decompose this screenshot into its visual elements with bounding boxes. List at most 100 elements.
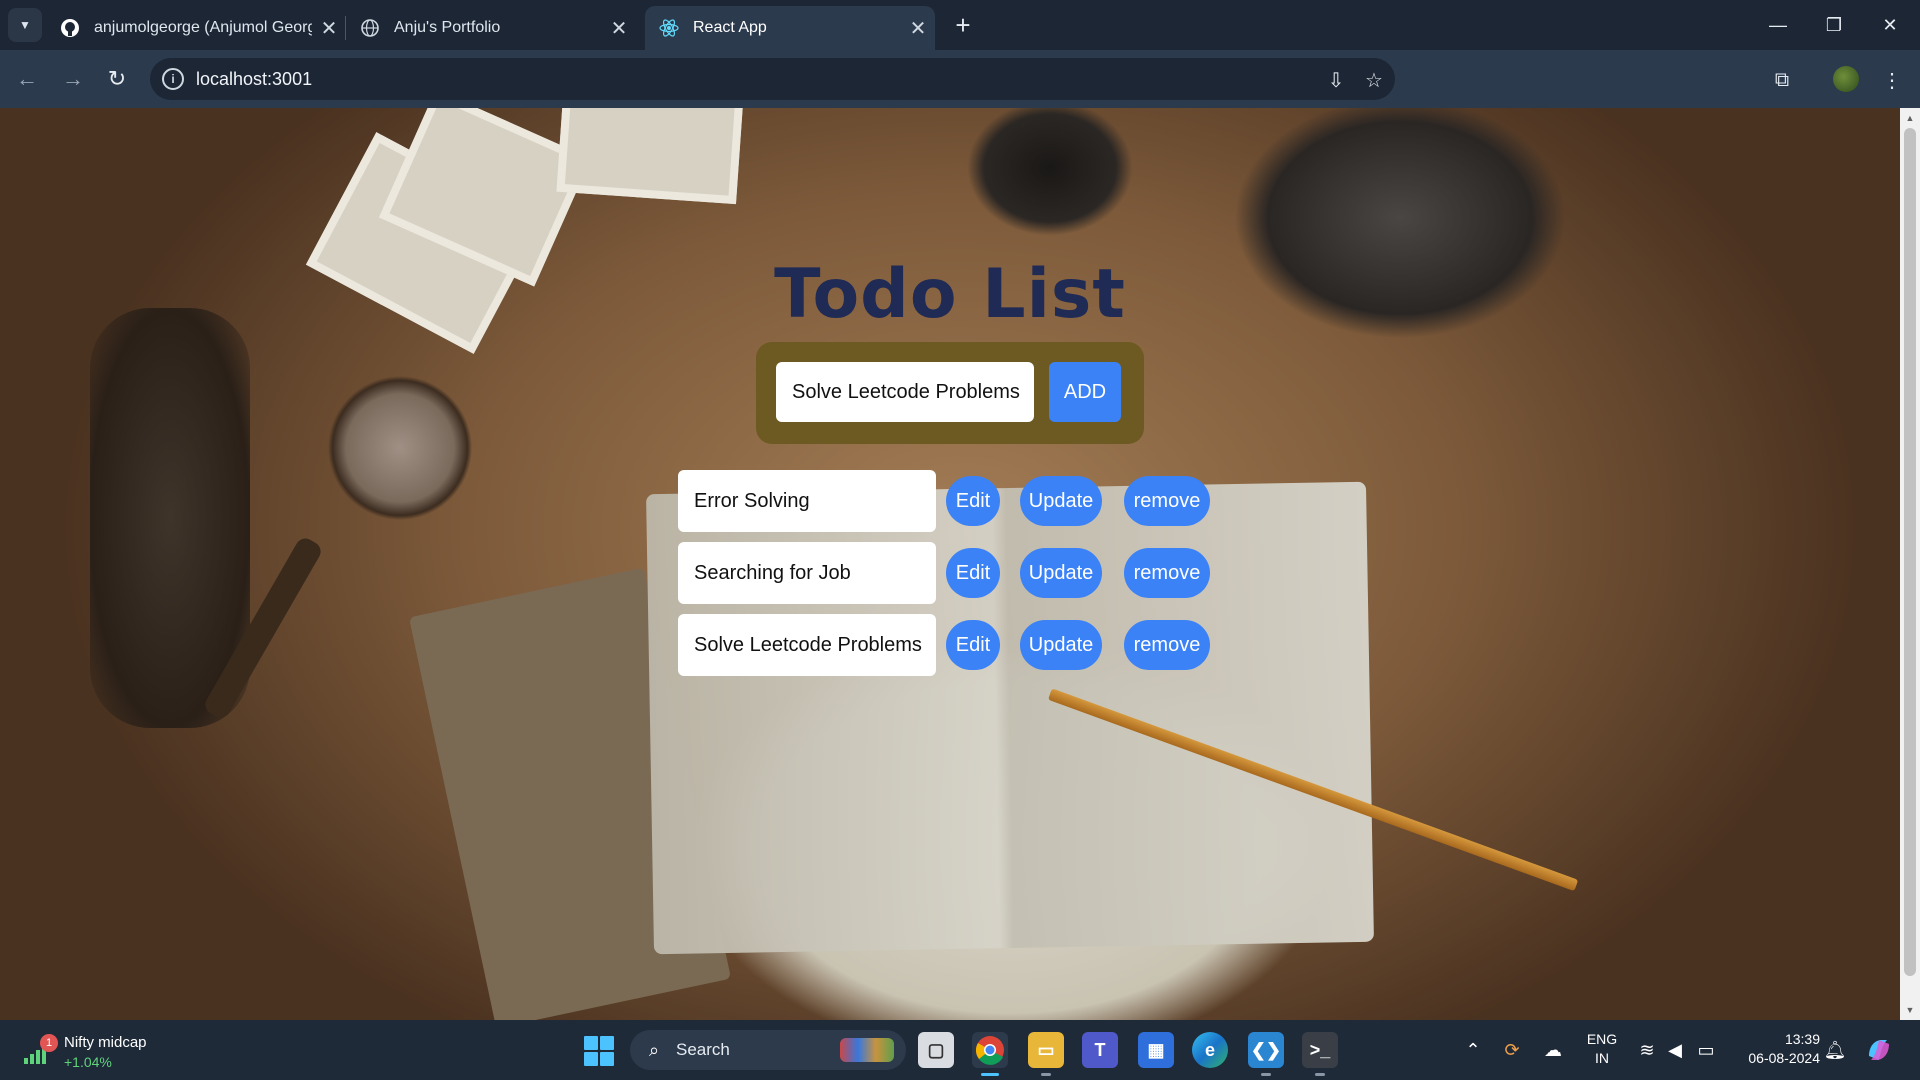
tab-title: React App: [693, 19, 767, 36]
teams-glyph: T: [1094, 1039, 1106, 1060]
tab-title: Anju's Portfolio: [394, 19, 501, 36]
clock[interactable]: 13:39 06-08-2024: [1730, 1030, 1820, 1068]
copilot-icon[interactable]: [1862, 1032, 1896, 1068]
sync-icon[interactable]: ⟳: [1498, 1032, 1526, 1068]
page-title: Todo List: [774, 255, 1126, 334]
terminal-icon[interactable]: >_: [1302, 1032, 1338, 1076]
todo-item: Solve Leetcode Problems Edit Update remo…: [678, 614, 1218, 676]
start-button[interactable]: [584, 1036, 614, 1066]
scroll-down-icon[interactable]: ▼: [1900, 1002, 1920, 1018]
minimize-button[interactable]: —: [1750, 0, 1806, 50]
tab-title: anjumolgeorge (Anjumol George): [94, 19, 312, 36]
file-explorer-icon[interactable]: ▭: [1028, 1032, 1064, 1076]
edit-button[interactable]: Edit: [946, 620, 1000, 670]
volume-icon[interactable]: ◀: [1662, 1032, 1688, 1068]
close-icon[interactable]: ✕: [602, 16, 636, 41]
bookmark-star-icon[interactable]: ☆: [1360, 66, 1388, 94]
remove-button[interactable]: remove: [1124, 548, 1210, 598]
background-photo-card: [556, 108, 744, 205]
task-view-glyph: ▢: [927, 1039, 945, 1060]
windows-logo-icon: [600, 1052, 614, 1066]
tab-github[interactable]: anjumolgeorge (Anjumol George) ✕: [46, 6, 346, 50]
update-button[interactable]: Update: [1020, 620, 1102, 670]
notification-badge: 1: [40, 1034, 58, 1052]
github-icon: [60, 18, 80, 38]
profile-avatar[interactable]: [1833, 66, 1859, 92]
update-button[interactable]: Update: [1020, 476, 1102, 526]
add-todo-panel: Solve Leetcode Problems ADD: [756, 342, 1144, 444]
todo-item: Searching for Job Edit Update remove: [678, 542, 1218, 604]
todo-item-text[interactable]: Searching for Job: [678, 542, 936, 604]
terminal-glyph: >_: [1309, 1039, 1331, 1060]
todo-item-text[interactable]: Solve Leetcode Problems: [678, 614, 936, 676]
address-bar[interactable]: i localhost:3001 ⇩ ☆: [150, 58, 1395, 100]
tab-search-button[interactable]: ▼: [8, 8, 42, 42]
tab-react-app[interactable]: React App ✕: [645, 6, 935, 50]
update-button[interactable]: Update: [1020, 548, 1102, 598]
url-text: localhost:3001: [196, 69, 313, 89]
notification-bell-icon[interactable]: 🔔︎: [1822, 1032, 1848, 1068]
extensions-icon[interactable]: ⧉: [1766, 64, 1798, 96]
teams-icon[interactable]: T: [1082, 1032, 1118, 1068]
vscode-glyph: ❮❯: [1250, 1039, 1282, 1060]
menu-kebab-icon[interactable]: ⋮: [1876, 64, 1908, 96]
task-view-icon[interactable]: ▢: [918, 1032, 954, 1068]
globe-icon: [360, 18, 380, 38]
windows-taskbar: 1 Nifty midcap +1.04% ⌕ Search ▢ ▭ T ▦ e…: [0, 1020, 1920, 1080]
install-app-icon[interactable]: ⇩: [1322, 66, 1350, 94]
back-button[interactable]: ←: [10, 62, 44, 96]
windows-logo-icon: [600, 1036, 614, 1050]
wifi-icon[interactable]: ≋: [1634, 1032, 1660, 1068]
edge-icon[interactable]: e: [1192, 1032, 1228, 1068]
restore-button[interactable]: ❐: [1806, 0, 1862, 50]
browser-toolbar: ← → ↻ i localhost:3001 ⇩ ☆ ⧉ ⋮: [0, 50, 1920, 108]
reload-icon: ↻: [107, 66, 127, 91]
edit-button[interactable]: Edit: [946, 548, 1000, 598]
search-label: Search: [676, 1040, 730, 1059]
language-indicator[interactable]: ENG IN: [1582, 1030, 1622, 1068]
remove-button[interactable]: remove: [1124, 476, 1210, 526]
new-tab-button[interactable]: +: [948, 10, 978, 40]
site-info-icon[interactable]: i: [162, 68, 184, 90]
windows-logo-icon: [584, 1052, 598, 1066]
clock-time: 13:39: [1784, 1031, 1820, 1047]
region-code: IN: [1595, 1050, 1609, 1066]
add-button[interactable]: ADD: [1049, 362, 1121, 422]
market-widget[interactable]: 1 Nifty midcap +1.04%: [22, 1028, 172, 1072]
vscode-icon[interactable]: ❮❯: [1248, 1032, 1284, 1076]
todo-item: Error Solving Edit Update remove: [678, 470, 1218, 532]
battery-icon[interactable]: ▭: [1692, 1032, 1720, 1068]
remove-button[interactable]: remove: [1124, 620, 1210, 670]
close-icon[interactable]: ✕: [901, 16, 935, 41]
widget-title: Nifty midcap: [64, 1034, 147, 1051]
tab-strip: ▼ anjumolgeorge (Anjumol George) ✕ Anju'…: [0, 0, 1920, 50]
chrome-icon[interactable]: [972, 1032, 1008, 1076]
reload-button[interactable]: ↻: [100, 62, 134, 96]
scrollbar-thumb[interactable]: [1904, 128, 1916, 976]
close-icon[interactable]: ✕: [312, 16, 346, 41]
close-window-button[interactable]: ✕: [1862, 0, 1918, 50]
folder-glyph: ▭: [1037, 1039, 1055, 1060]
arrow-right-icon: →: [62, 66, 84, 91]
taskbar-search[interactable]: ⌕ Search: [630, 1030, 906, 1070]
widget-change: +1.04%: [64, 1054, 112, 1070]
windows-logo-icon: [584, 1036, 598, 1050]
react-icon: [659, 18, 679, 38]
todo-item-text[interactable]: Error Solving: [678, 470, 936, 532]
forward-button[interactable]: →: [56, 62, 90, 96]
chevron-up-icon[interactable]: ⌃: [1460, 1032, 1486, 1068]
page-scrollbar[interactable]: ▲ ▼: [1900, 108, 1920, 1020]
todo-input[interactable]: Solve Leetcode Problems: [776, 362, 1034, 422]
search-highlight-icon: [840, 1038, 894, 1062]
scroll-up-icon[interactable]: ▲: [1900, 110, 1920, 126]
store-glyph: ▦: [1147, 1039, 1165, 1060]
edit-button[interactable]: Edit: [946, 476, 1000, 526]
plus-icon: +: [955, 9, 971, 40]
search-icon: ⌕: [648, 1039, 660, 1060]
microsoft-store-icon[interactable]: ▦: [1138, 1032, 1174, 1068]
cloud-offline-icon[interactable]: ☁: [1538, 1032, 1568, 1068]
tab-portfolio[interactable]: Anju's Portfolio ✕: [346, 6, 636, 50]
close-icon: ✕: [1882, 14, 1898, 35]
restore-icon: ❐: [1825, 14, 1843, 35]
minimize-icon: —: [1769, 14, 1787, 35]
